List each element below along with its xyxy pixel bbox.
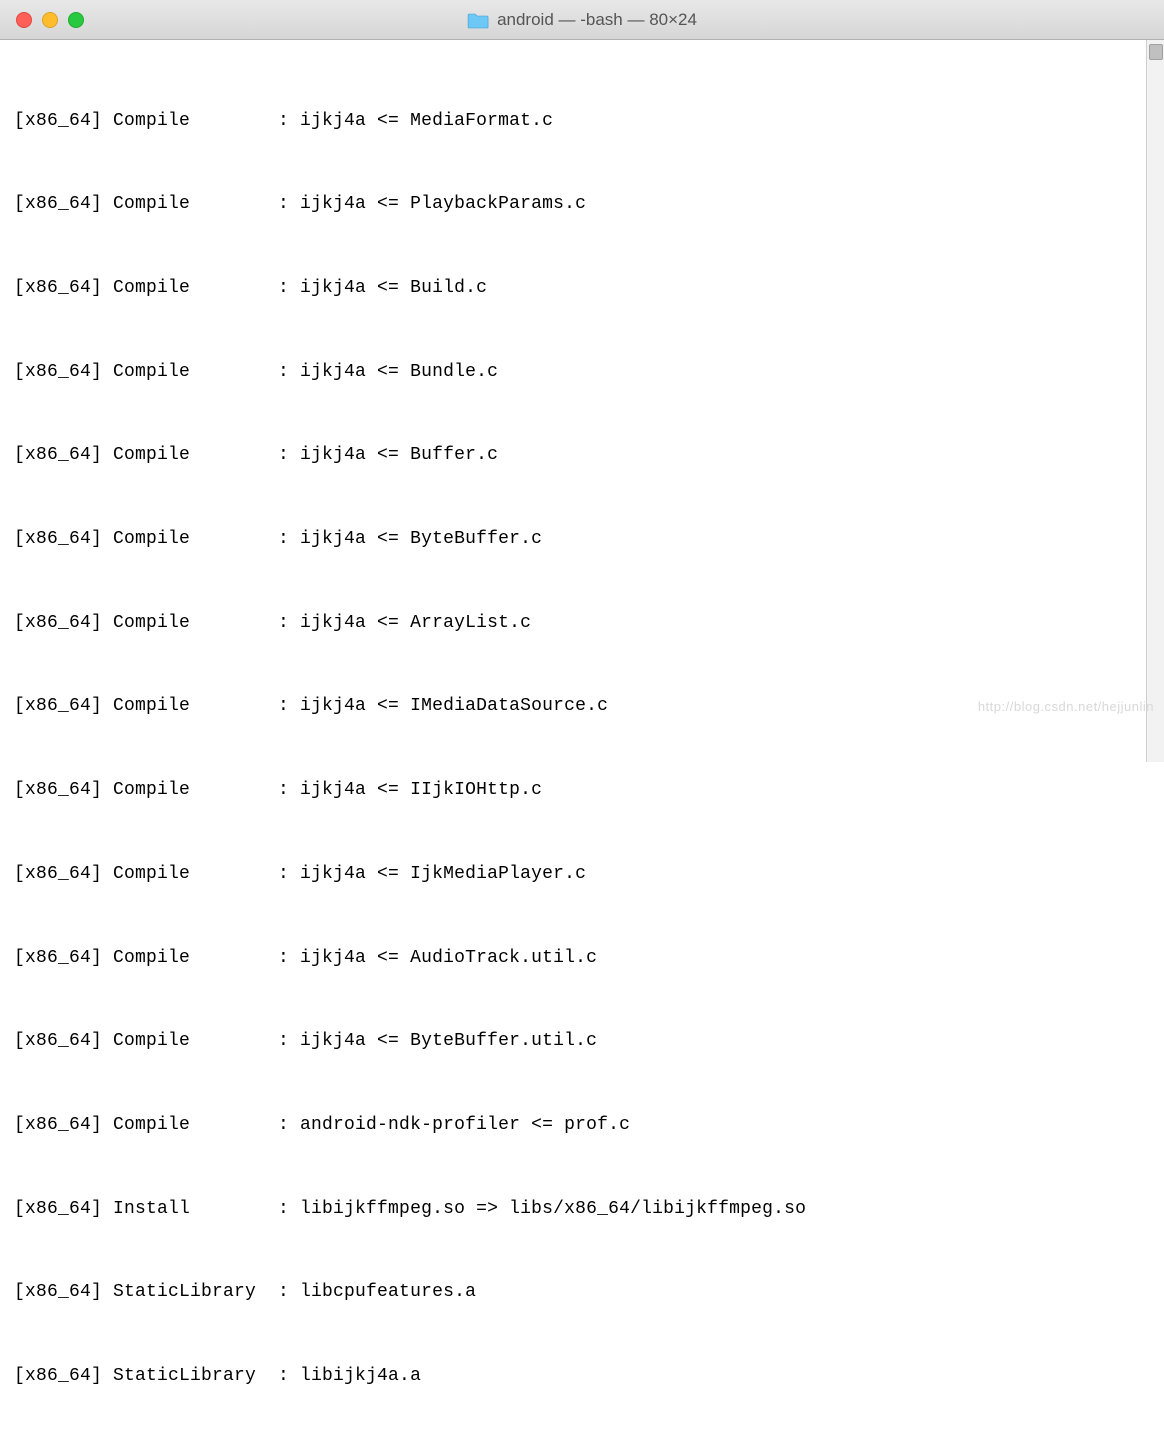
traffic-lights xyxy=(0,12,84,28)
terminal-line: [x86_64] Compile : ijkj4a <= ByteBuffer.… xyxy=(14,526,1150,554)
terminal-line: [x86_64] Compile : ijkj4a <= IMediaDataS… xyxy=(14,693,1150,721)
terminal-line: [x86_64] Compile : android-ndk-profiler … xyxy=(14,1112,1150,1140)
maximize-window-button[interactable] xyxy=(68,12,84,28)
scroll-thumb[interactable] xyxy=(1149,44,1163,60)
terminal-line: [x86_64] Compile : ijkj4a <= PlaybackPar… xyxy=(14,191,1150,219)
terminal-line: [x86_64] Compile : ijkj4a <= Bundle.c xyxy=(14,359,1150,387)
minimize-window-button[interactable] xyxy=(42,12,58,28)
terminal-line: [x86_64] Compile : ijkj4a <= Build.c xyxy=(14,275,1150,303)
terminal-line: [x86_64] Compile : ijkj4a <= ByteBuffer.… xyxy=(14,1028,1150,1056)
folder-icon xyxy=(467,11,489,29)
terminal-line: [x86_64] Compile : ijkj4a <= ArrayList.c xyxy=(14,610,1150,638)
terminal-line: [x86_64] Compile : ijkj4a <= IIjkIOHttp.… xyxy=(14,777,1150,805)
window-title: android — -bash — 80×24 xyxy=(467,10,697,30)
terminal-line: [x86_64] Compile : ijkj4a <= IjkMediaPla… xyxy=(14,861,1150,889)
window-title-text: android — -bash — 80×24 xyxy=(497,10,697,30)
terminal-output[interactable]: [x86_64] Compile : ijkj4a <= MediaFormat… xyxy=(0,40,1164,1444)
terminal-line: [x86_64] StaticLibrary : libcpufeatures.… xyxy=(14,1279,1150,1307)
terminal-line: [x86_64] Compile : ijkj4a <= MediaFormat… xyxy=(14,108,1150,136)
terminal-line: [x86_64] StaticLibrary : libijkj4a.a xyxy=(14,1363,1150,1391)
window-titlebar: android — -bash — 80×24 xyxy=(0,0,1164,40)
terminal-line: [x86_64] Install : libijkffmpeg.so => li… xyxy=(14,1196,1150,1224)
terminal-line: [x86_64] Compile : ijkj4a <= Buffer.c xyxy=(14,442,1150,470)
terminal-line: [x86_64] Compile : ijkj4a <= AudioTrack.… xyxy=(14,945,1150,973)
close-window-button[interactable] xyxy=(16,12,32,28)
vertical-scrollbar[interactable] xyxy=(1146,40,1164,762)
